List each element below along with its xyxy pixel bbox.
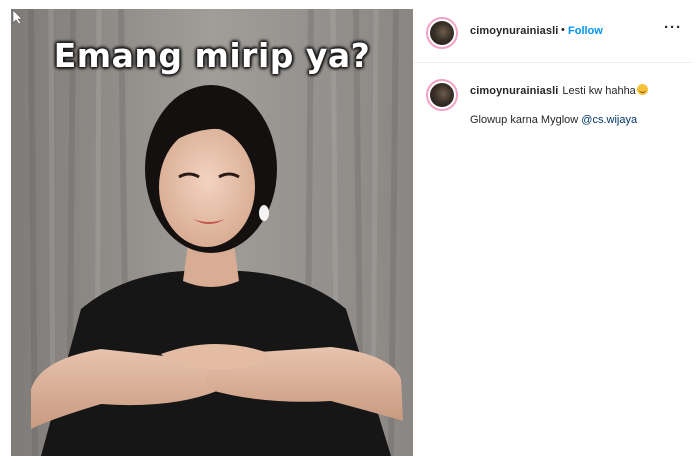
follow-button[interactable]: Follow [568, 25, 603, 37]
post-frame: Emang mirip ya? cimoynurainiasli • Follo… [0, 0, 700, 465]
video-frame-image [11, 9, 413, 456]
avatar[interactable] [426, 17, 458, 49]
header-username[interactable]: cimoynurainiasli [470, 25, 558, 37]
post-header: cimoynurainiasli • Follow ··· [414, 9, 692, 63]
caption-line-2: Glowup karna Myglow @cs.wijaya [470, 114, 637, 126]
comment-username[interactable]: cimoynurainiasli [470, 85, 558, 97]
comment-avatar[interactable] [426, 79, 458, 111]
post-side-panel: cimoynurainiasli • Follow ··· cimoynurai… [414, 9, 692, 456]
caption-line-2-text: Glowup karna Myglow [470, 114, 582, 126]
comment-text: Lesti kw hahha [562, 85, 636, 97]
pointer-icon [12, 9, 23, 25]
more-options-icon[interactable]: ··· [664, 19, 682, 36]
laughing-emoji-icon [636, 84, 648, 95]
video-caption: Emang mirip ya? [53, 36, 371, 75]
separator-dot: • [561, 24, 565, 36]
post-video[interactable]: Emang mirip ya? [11, 9, 413, 456]
mention-link[interactable]: @cs.wijaya [581, 114, 637, 126]
caption-comment: cimoynurainiasli Lesti kw hahha [470, 84, 648, 97]
